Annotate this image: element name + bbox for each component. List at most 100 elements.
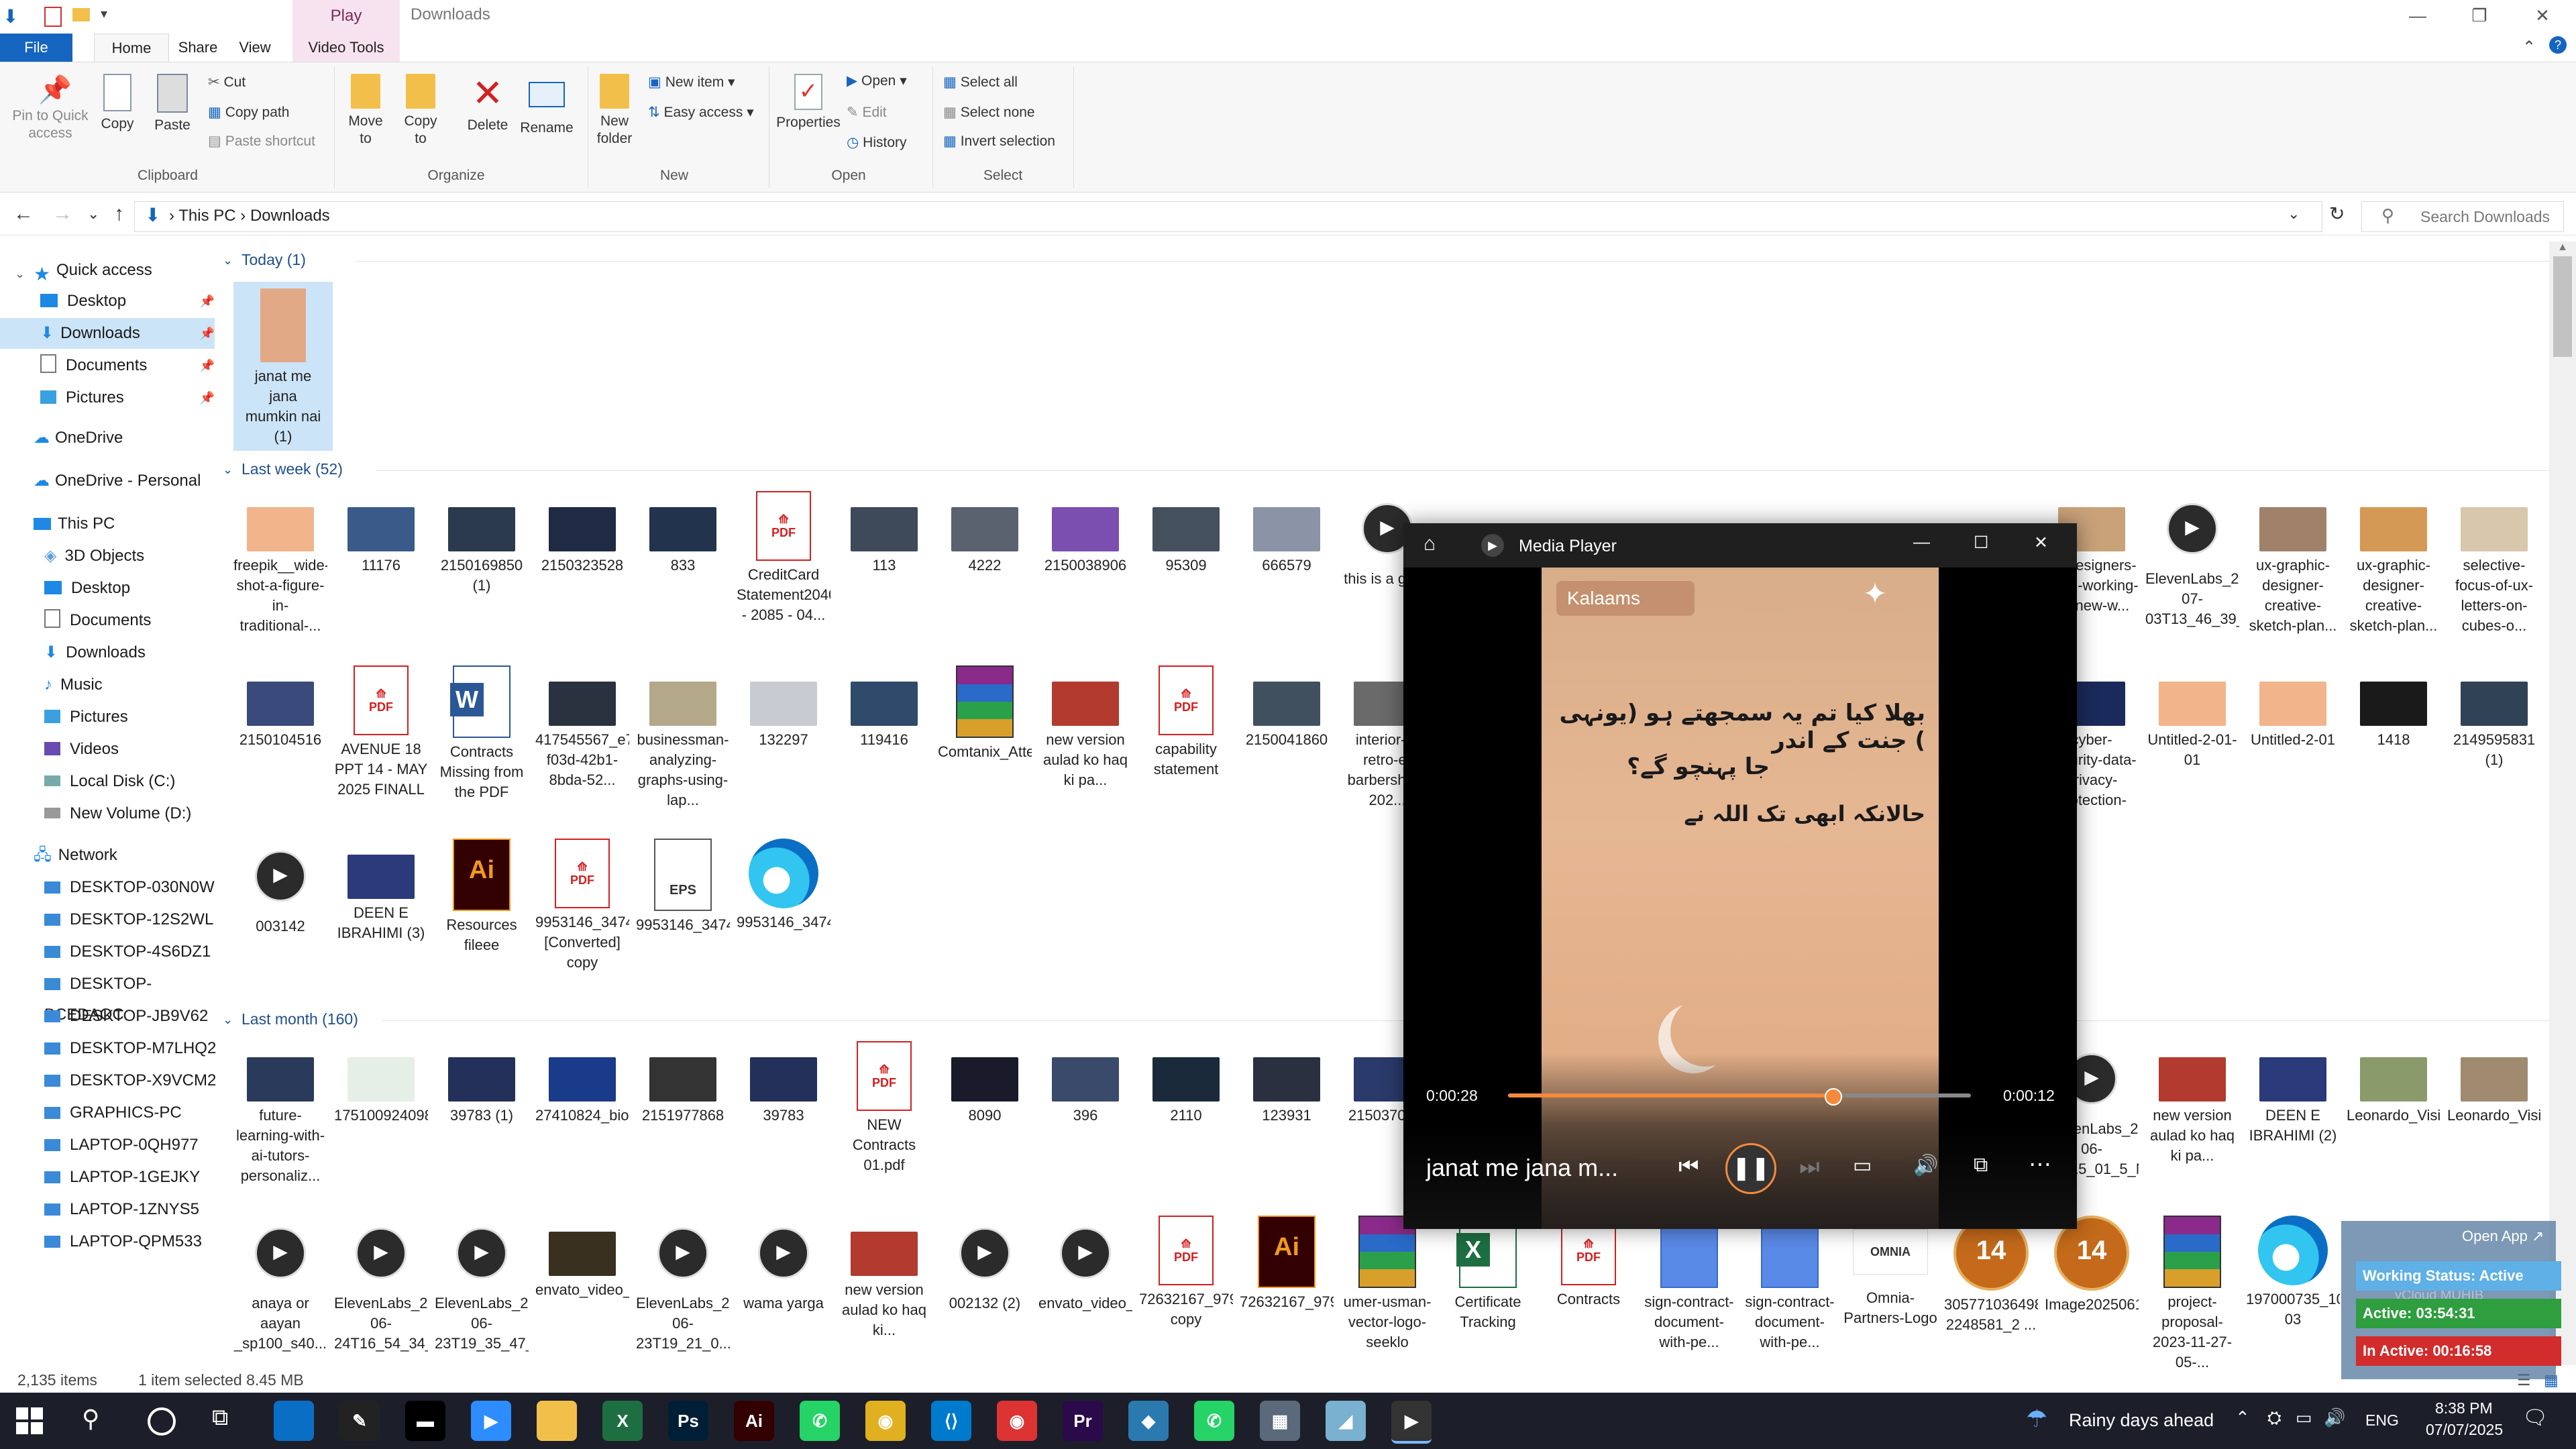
file-item[interactable]: future-learning-with-ai-tutors-personali… (233, 1041, 327, 1186)
file-item[interactable]: EPS 9953146_3474 (636, 839, 730, 935)
file-item[interactable]: DEEN E IBRAHIMI (3) (334, 839, 428, 943)
file-item[interactable]: 2150169850 (1) (435, 491, 529, 596)
miniplayer-icon[interactable]: ⧉ (1974, 1154, 1988, 1177)
language-indicator[interactable]: ENG (2365, 1411, 2399, 1430)
start-windows-icon[interactable] (16, 1407, 43, 1434)
zoom-icon[interactable]: ▶ (471, 1401, 511, 1441)
file-item[interactable]: 833 (636, 491, 730, 576)
file-item-selected[interactable]: janat me jana mumkin nai (1) (233, 282, 333, 451)
file-item[interactable]: ▶ anaya or aayan _sp100_s40... (233, 1216, 327, 1354)
file-item[interactable]: DEEN E IBRAHIMI (2) (2246, 1041, 2340, 1146)
file-item[interactable]: ▶ wama yarga (737, 1216, 830, 1313)
home-icon[interactable]: ⌂ (1424, 533, 1436, 555)
file-item[interactable]: 2150038906 (1038, 491, 1132, 576)
pin-quick-access-button[interactable]: 📌 Pin to Quick access (7, 74, 94, 142)
paste-shortcut-button[interactable]: ▤ Paste shortcut (208, 133, 315, 150)
nav-pictures[interactable]: Pictures (44, 702, 128, 733)
notifications-icon[interactable]: 🗨 (2522, 1406, 2548, 1430)
easy-access-button[interactable]: ⇅ Easy access ▾ (648, 104, 754, 121)
file-item[interactable]: OMNIA Omnia-Partners-Logo (1843, 1216, 1937, 1328)
search-icon[interactable]: ⚲ (82, 1405, 99, 1433)
show-hidden-icons-icon[interactable]: ⌃ (2235, 1407, 2250, 1428)
file-item[interactable]: Leonardo_Vision_XL_A_cheerful_young_bo..… (2347, 1041, 2440, 1126)
vscode-icon[interactable]: ⟨⟩ (931, 1401, 971, 1441)
nav-network-computer[interactable]: DESKTOP-JB9V62 (44, 1001, 208, 1032)
open-app-button[interactable]: Open App ↗ (2462, 1228, 2544, 1245)
back-icon[interactable]: ← (13, 203, 34, 225)
forward-icon[interactable]: → (52, 203, 72, 225)
file-item[interactable]: 2110 (1139, 1041, 1233, 1126)
weather-text[interactable]: Rainy days ahead (2069, 1410, 2214, 1431)
copy-button[interactable]: Copy (94, 74, 141, 133)
file-item[interactable]: ▶ ElevenLabs_2025-07-03T13_46_39_Nassim..… (2145, 491, 2239, 629)
cut-button[interactable]: ✂ Cut (208, 74, 246, 91)
calculator-icon[interactable]: ▦ (1260, 1401, 1300, 1441)
nav-onedrive[interactable]: ☁ OneDrive (34, 423, 123, 453)
maximize-button[interactable]: ❐ (2446, 0, 2513, 32)
more-options-icon[interactable]: ⋯ (2029, 1151, 2051, 1178)
file-item[interactable]: ⟰PDFCreditCard Statement20408824 - 2085 … (737, 491, 830, 625)
file-item[interactable]: 27410824_biotechnology_dna_26 (535, 1041, 629, 1126)
group-header-last-month[interactable]: Last month (160) (241, 1010, 358, 1028)
file-item[interactable]: ▶ 002132 (2) (938, 1216, 1032, 1313)
seek-thumb[interactable] (1825, 1088, 1842, 1106)
group-header-today[interactable]: Today (1) (241, 251, 306, 269)
file-item[interactable]: ▶ ElevenLabs_2025-06-24T16_54_34_Nassim..… (334, 1216, 428, 1354)
minimize-button[interactable]: — (2384, 0, 2451, 32)
properties-button[interactable]: ✓ Properties (771, 74, 845, 131)
new-folder-button[interactable]: New folder (590, 74, 639, 148)
copy-path-button[interactable]: ▦ Copy path (208, 104, 289, 121)
nav-network-computer[interactable]: DESKTOP-BCEDAOC (44, 969, 221, 1024)
file-item[interactable]: 113 (837, 491, 931, 576)
illustrator-icon[interactable]: Ai (734, 1401, 774, 1441)
nav-network-computer[interactable]: LAPTOP-0QH977 (44, 1130, 199, 1161)
refresh-icon[interactable]: ↻ (2329, 203, 2345, 225)
whatsapp-icon[interactable]: ✆ (800, 1401, 840, 1441)
nav-desktop-pinned[interactable]: Desktop 📌 (40, 286, 215, 317)
chrome-icon[interactable]: ◉ (865, 1401, 906, 1441)
player-close-button[interactable]: ✕ (2034, 533, 2048, 553)
volume-icon[interactable]: 🔊 (2324, 1407, 2345, 1428)
select-all-button[interactable]: ▦ Select all (943, 74, 1018, 91)
whatsapp-business-icon[interactable]: ✆ (1194, 1401, 1234, 1441)
nav-3d-objects[interactable]: ◈ 3D Objects (44, 541, 144, 572)
edit-button[interactable]: ✎ Edit (847, 104, 887, 121)
tab-video-tools[interactable]: Video Tools (292, 34, 400, 62)
nav-downloads-pinned[interactable]: ⬇ Downloads 📌 (0, 318, 215, 349)
address-dropdown-icon[interactable]: ⌄ (2288, 205, 2300, 223)
file-item[interactable]: ⟰ PDF 9953146_3474 [Converted] copy (535, 839, 629, 973)
file-item[interactable]: W Contracts Missing from the PDF (435, 665, 529, 802)
file-item[interactable]: 1751009240982 (334, 1041, 428, 1126)
file-item[interactable]: sign-contract-document-with-pe... (1743, 1216, 1837, 1352)
history-button[interactable]: ◷ History (847, 134, 907, 151)
nav-local-disk-c[interactable]: Local Disk (C:) (44, 766, 175, 797)
file-item[interactable]: 39783 (1) (435, 1041, 529, 1126)
previous-icon[interactable]: ⏮ (1678, 1154, 1699, 1180)
file-item[interactable]: new version aulad ko haq ki... (837, 1216, 931, 1340)
file-item[interactable]: 39783 (737, 1041, 830, 1126)
customize-toolbar-icon[interactable]: ▾ (101, 5, 107, 22)
app-icon[interactable]: ◆ (1128, 1401, 1169, 1441)
expand-arrow-icon[interactable]: ⌄ (15, 267, 25, 281)
file-item[interactable]: 14Image20250619203407 (2045, 1216, 2139, 1315)
next-icon[interactable]: ⏭ (1799, 1154, 1820, 1180)
collapse-icon[interactable]: ⌄ (223, 1013, 233, 1027)
file-item[interactable]: 4222 (938, 491, 1032, 576)
file-item[interactable]: 2149595831 (1) (2447, 665, 2541, 770)
file-item[interactable]: Ai 72632167_9796306 (1240, 1216, 1334, 1312)
file-item[interactable]: umer-usman-vector-logo-seeklo (1340, 1216, 1434, 1352)
file-item[interactable]: ux-graphic-designer-creative-sketch-plan… (2347, 491, 2440, 636)
file-item[interactable]: 95309 (1139, 491, 1233, 576)
file-item[interactable]: ⟰PDF 72632167_9796306 copy (1139, 1216, 1233, 1330)
open-button[interactable]: ▶ Open ▾ (847, 72, 907, 89)
tray-app-icon[interactable]: ⛭ (2267, 1407, 2282, 1429)
subtitles-icon[interactable]: ▭ (1853, 1154, 1872, 1177)
player-maximize-button[interactable]: ☐ (1974, 533, 1988, 553)
crumb-this-pc[interactable]: This PC (178, 207, 235, 225)
file-item[interactable]: 119416 (837, 665, 931, 750)
file-item[interactable]: 123931 (1240, 1041, 1334, 1126)
nav-network-computer[interactable]: DESKTOP-4S6DZ1 (44, 936, 211, 967)
crumb-downloads[interactable]: Downloads (250, 207, 330, 225)
file-item[interactable]: ux-graphic-designer-creative-sketch-plan… (2246, 491, 2340, 636)
file-item[interactable]: 132297 (737, 665, 830, 750)
